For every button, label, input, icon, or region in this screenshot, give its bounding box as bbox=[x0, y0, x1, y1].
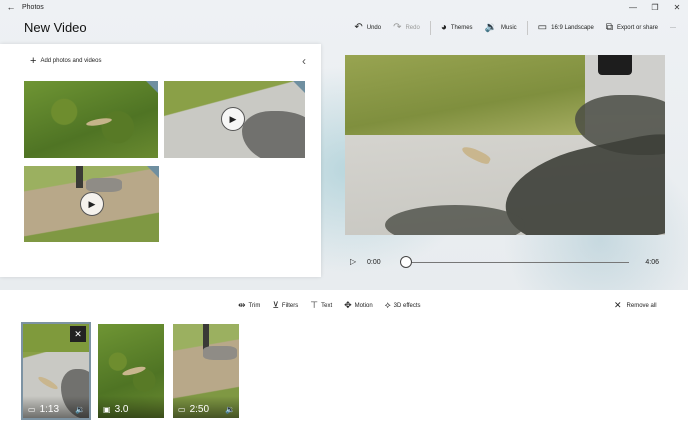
window-titlebar: ← Photos — ❐ ✕ bbox=[0, 0, 688, 14]
card-info: ▣ 3.0 bbox=[103, 404, 128, 415]
redo-icon: ↷ bbox=[393, 22, 402, 33]
toolbar: ↶ Undo ↷ Redo ◕ Themes 🔉 Music ▭ 16:9 La… bbox=[348, 20, 682, 36]
thumbnail-corner-badge bbox=[147, 166, 159, 178]
storyboard-card[interactable]: ▣ 3.0 bbox=[98, 324, 164, 418]
toolbar-divider bbox=[429, 21, 431, 35]
rock-object bbox=[86, 178, 122, 192]
shade-patch bbox=[242, 111, 305, 158]
library-thumbnail[interactable] bbox=[24, 81, 158, 158]
trim-label: Trim bbox=[248, 302, 261, 309]
lizard-subject bbox=[85, 116, 113, 128]
play-icon: ▶ bbox=[221, 107, 245, 131]
redo-label: Redo bbox=[405, 25, 420, 31]
play-icon: ▶ bbox=[80, 192, 104, 216]
aspect-ratio-button[interactable]: ▭ 16:9 Landscape bbox=[532, 20, 600, 36]
page-title: New Video bbox=[24, 20, 87, 35]
export-label: Export or share bbox=[616, 25, 658, 31]
chevron-left-icon[interactable]: ‹ bbox=[302, 54, 306, 68]
more-icon: ··· bbox=[670, 25, 676, 31]
seek-handle[interactable] bbox=[400, 256, 412, 268]
lizard-subject bbox=[121, 364, 147, 378]
video-preview[interactable] bbox=[345, 55, 665, 235]
remove-clip-icon[interactable]: ✕ bbox=[70, 326, 86, 342]
close-icon: ✕ bbox=[614, 300, 622, 310]
current-time: 0:00 bbox=[367, 259, 381, 266]
remove-all-label: Remove all bbox=[626, 302, 657, 309]
header: New Video ↶ Undo ↷ Redo ◕ Themes 🔉 Music… bbox=[0, 14, 688, 42]
grass-area bbox=[345, 55, 585, 135]
card-info: ▭ 2:50 bbox=[178, 404, 209, 415]
back-arrow-icon[interactable]: ← bbox=[0, 2, 22, 12]
themes-button[interactable]: ◕ Themes bbox=[435, 20, 479, 36]
trim-button[interactable]: ⇹ Trim bbox=[238, 300, 260, 311]
aspect-ratio-icon: ▭ bbox=[537, 22, 548, 33]
redo-button[interactable]: ↷ Redo bbox=[387, 20, 426, 36]
export-button[interactable]: ⧉ Export or share bbox=[600, 20, 664, 36]
3d-effects-label: 3D effects bbox=[393, 302, 421, 309]
motion-label: Motion bbox=[354, 302, 373, 309]
close-window-button[interactable]: ✕ bbox=[666, 3, 688, 12]
motion-button[interactable]: ✥ Motion bbox=[344, 300, 373, 311]
playback-bar: ▷ 0:00 4:06 bbox=[345, 254, 665, 272]
app-title: Photos bbox=[22, 3, 44, 11]
storyboard-card[interactable]: ✕ ▭ 1:13 🔉 bbox=[21, 322, 91, 420]
volume-icon[interactable]: 🔉 bbox=[75, 405, 85, 414]
filters-label: Filters bbox=[281, 302, 299, 309]
thumbnail-corner-badge bbox=[293, 81, 305, 93]
storyboard-tools: ⇹ Trim ⊻ Filters ⊤ Text ✥ Motion ⟡ 3D ef… bbox=[238, 300, 421, 311]
library-thumbnail[interactable]: ▶ bbox=[24, 166, 159, 242]
text-button[interactable]: ⊤ Text bbox=[310, 300, 332, 311]
palette-icon: ◕ bbox=[440, 22, 447, 33]
lizard-subject bbox=[36, 374, 60, 392]
play-icon[interactable]: ▷ bbox=[350, 257, 356, 266]
clip-duration: 2:50 bbox=[189, 404, 210, 415]
undo-label: Undo bbox=[366, 25, 382, 31]
card-info: ▭ 1:13 bbox=[28, 404, 59, 415]
project-library: + Add photos and videos ‹ ▶ ▶ bbox=[0, 44, 321, 277]
storyboard: ⇹ Trim ⊻ Filters ⊤ Text ✥ Motion ⟡ 3D ef… bbox=[0, 290, 688, 438]
toolbar-divider bbox=[526, 21, 528, 35]
trash-can bbox=[598, 55, 632, 75]
text-icon: ⊤ bbox=[310, 300, 319, 310]
rock-object bbox=[203, 346, 237, 360]
volume-icon[interactable]: 🔉 bbox=[225, 405, 235, 414]
aspect-ratio-label: 16:9 Landscape bbox=[551, 25, 594, 31]
motion-icon: ✥ bbox=[344, 300, 352, 310]
text-label: Text bbox=[321, 302, 333, 309]
export-icon: ⧉ bbox=[605, 22, 613, 33]
music-button[interactable]: 🔉 Music bbox=[479, 20, 523, 36]
minimize-button[interactable]: — bbox=[622, 3, 644, 12]
music-label: Music bbox=[501, 25, 517, 31]
filters-button[interactable]: ⊻ Filters bbox=[272, 300, 298, 311]
3d-effects-icon: ⟡ bbox=[384, 300, 391, 310]
undo-icon: ↶ bbox=[354, 22, 363, 33]
more-button[interactable]: ··· bbox=[664, 20, 682, 36]
post-object bbox=[76, 166, 83, 188]
add-photos-button[interactable]: + Add photos and videos bbox=[30, 55, 102, 67]
undo-button[interactable]: ↶ Undo bbox=[348, 20, 387, 36]
duration: 4:06 bbox=[645, 259, 659, 266]
clip-duration: 1:13 bbox=[39, 404, 60, 415]
photo-icon: ▣ bbox=[103, 405, 111, 414]
video-clip-icon: ▭ bbox=[28, 405, 36, 414]
clip-duration: 3.0 bbox=[114, 404, 129, 415]
video-clip-icon: ▭ bbox=[178, 405, 186, 414]
music-icon: 🔉 bbox=[484, 22, 497, 33]
storyboard-card[interactable]: ▭ 2:50 🔉 bbox=[173, 324, 239, 418]
filters-icon: ⊻ bbox=[272, 300, 279, 310]
add-photos-label: Add photos and videos bbox=[40, 58, 102, 64]
seek-track[interactable] bbox=[403, 262, 629, 263]
3d-effects-button[interactable]: ⟡ 3D effects bbox=[385, 300, 421, 311]
thumbnail-corner-badge bbox=[146, 81, 158, 93]
trim-icon: ⇹ bbox=[238, 300, 246, 310]
plus-icon: + bbox=[30, 55, 37, 67]
library-thumbnail[interactable]: ▶ bbox=[164, 81, 305, 158]
restore-button[interactable]: ❐ bbox=[644, 3, 666, 12]
remove-all-button[interactable]: ✕ Remove all bbox=[614, 300, 657, 311]
themes-label: Themes bbox=[450, 25, 473, 31]
